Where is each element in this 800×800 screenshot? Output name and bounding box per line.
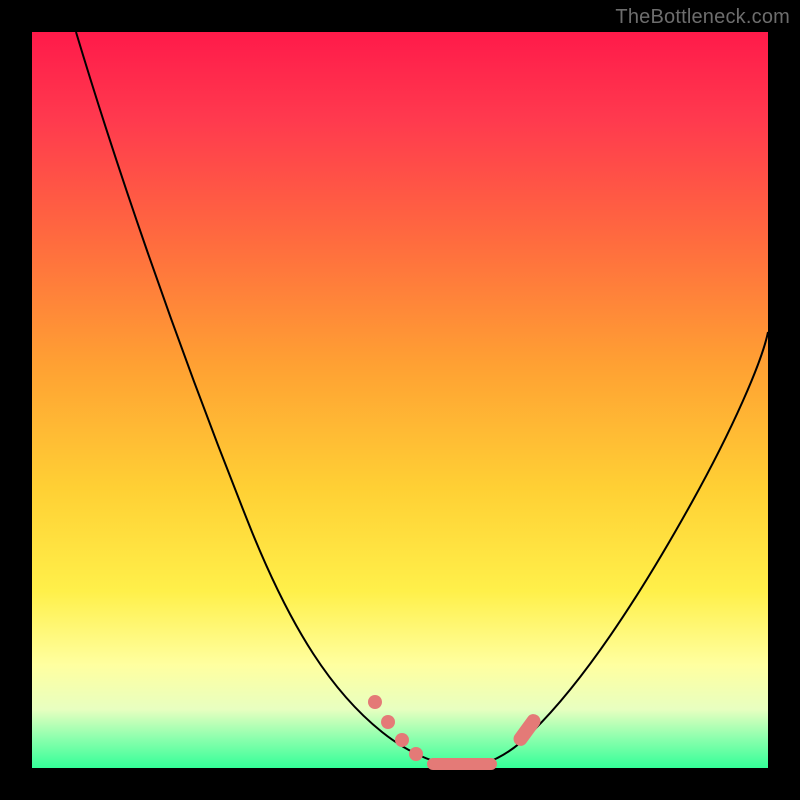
chart-frame: TheBottleneck.com — [0, 0, 800, 800]
floor-marker-pill — [427, 758, 497, 770]
bottleneck-curve — [32, 32, 768, 768]
floor-marker — [381, 715, 395, 729]
watermark-text: TheBottleneck.com — [615, 6, 790, 29]
floor-marker — [409, 747, 423, 761]
floor-marker — [368, 695, 382, 709]
floor-marker — [395, 733, 409, 747]
curve-left-branch — [76, 32, 462, 767]
plot-area — [32, 32, 768, 768]
curve-right-branch — [462, 332, 768, 767]
floor-marker-pill — [511, 711, 543, 748]
